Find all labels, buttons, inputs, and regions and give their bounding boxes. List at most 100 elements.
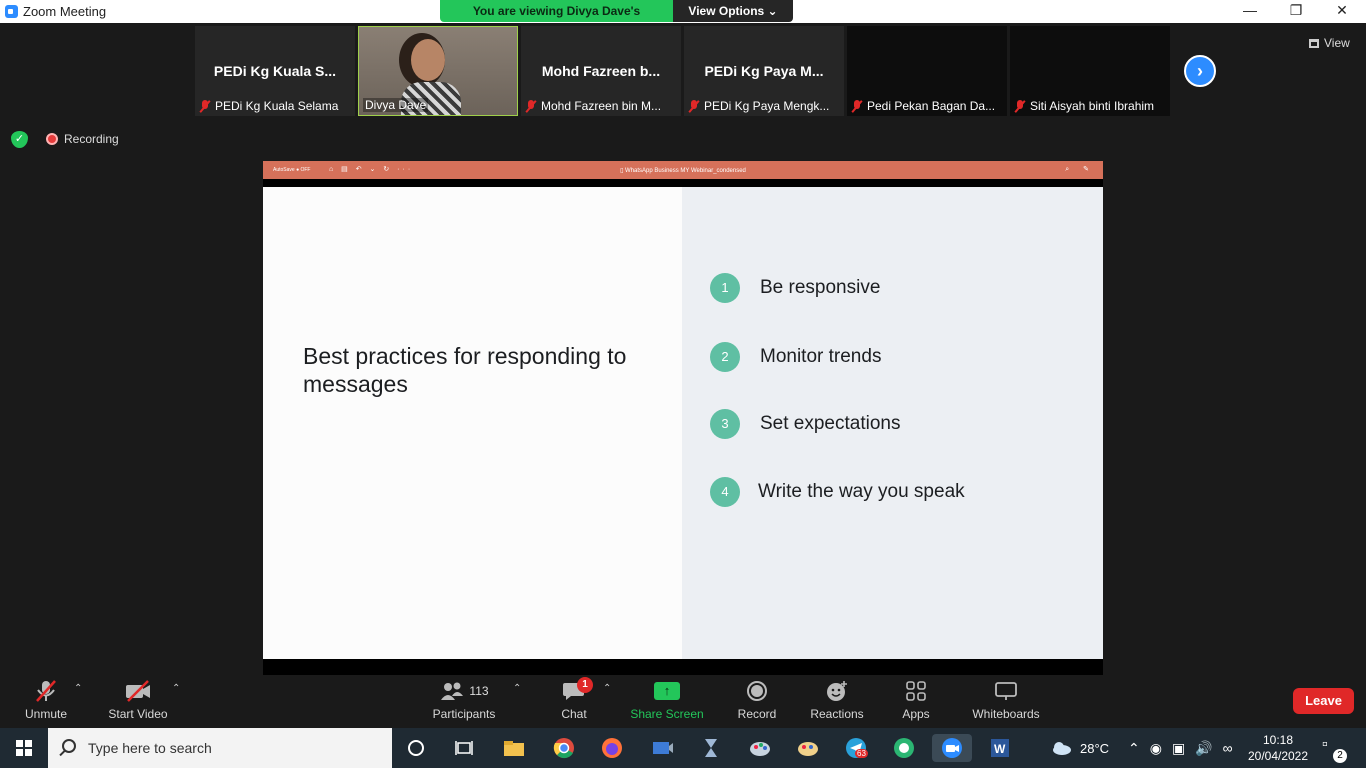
meeting-status-icon[interactable]: ▣	[1172, 740, 1185, 757]
recording-label: Recording	[64, 132, 119, 146]
participants-button[interactable]: 113 Participants	[431, 675, 497, 728]
encryption-shield-icon[interactable]: ✓	[11, 131, 28, 148]
next-page-arrow-icon[interactable]: ›	[1184, 55, 1216, 87]
participant-name-bar: PEDi Kg Paya Mengk...	[684, 96, 844, 116]
whiteboards-button[interactable]: Whiteboards	[969, 675, 1043, 728]
search-icon	[62, 739, 76, 753]
windows-logo-icon	[16, 740, 32, 756]
slide-bullet: 4 Write the way you speak	[710, 477, 965, 507]
word-icon[interactable]: W	[986, 734, 1014, 762]
system-tray-icons: ⌃ ◉ ▣ 🔊 ∞	[1128, 728, 1233, 768]
participants-label: Participants	[432, 707, 496, 721]
whiteboard-icon	[994, 675, 1018, 707]
participant-tile[interactable]: PEDi Kg Kuala S... PEDi Kg Kuala Selama	[195, 26, 355, 116]
windows-taskbar: Type here to search 63 W 28°C ⌃ ◉ ▣ 🔊 ∞ …	[0, 728, 1366, 768]
share-screen-button[interactable]: ↑ Share Screen	[630, 675, 704, 728]
video-editor-icon[interactable]	[648, 734, 676, 762]
participant-name-bar: PEDi Kg Kuala Selama	[195, 96, 355, 116]
participant-display-name: PEDi Kg Kuala S...	[213, 63, 337, 79]
grid-view-icon	[1309, 38, 1319, 48]
volume-icon[interactable]: 🔊	[1195, 740, 1212, 757]
participant-tile[interactable]: Mohd Fazreen b... Mohd Fazreen bin M...	[521, 26, 681, 116]
whiteboards-label: Whiteboards	[972, 707, 1040, 721]
start-video-button[interactable]: Start Video	[107, 675, 169, 728]
firefox-icon[interactable]	[598, 734, 626, 762]
record-status-icon[interactable]: ◉	[1150, 740, 1162, 757]
bullet-number: 3	[710, 409, 740, 439]
apps-icon	[905, 675, 927, 707]
recording-indicator[interactable]: Recording	[46, 132, 119, 146]
svg-text:W: W	[994, 742, 1006, 756]
wifi-icon[interactable]: ∞	[1223, 740, 1233, 756]
record-dot-icon	[46, 133, 58, 145]
bullet-number: 2	[710, 342, 740, 372]
chrome-profile-icon[interactable]	[890, 734, 918, 762]
view-button[interactable]: View	[1303, 33, 1359, 53]
weather-widget[interactable]: 28°C	[1050, 728, 1109, 768]
participant-tile[interactable]: Siti Aisyah binti Ibrahim	[1010, 26, 1170, 116]
paint-app-icon[interactable]	[746, 734, 774, 762]
window-title: Zoom Meeting	[23, 4, 107, 19]
unmute-button[interactable]: Unmute	[20, 675, 72, 728]
clock-date: 20/04/2022	[1247, 749, 1309, 763]
participant-display-name: PEDi Kg Paya M...	[704, 63, 824, 79]
reactions-button[interactable]: Reactions	[809, 675, 865, 728]
close-icon[interactable]: ✕	[1319, 0, 1365, 23]
meeting-toolbar: Unmute ⌃ Start Video ⌃ 113 Participants …	[0, 675, 1366, 728]
reactions-label: Reactions	[810, 707, 864, 721]
muted-mic-icon	[851, 99, 863, 113]
unmute-label: Unmute	[24, 707, 68, 721]
participant-name: Siti Aisyah binti Ibrahim	[1030, 99, 1155, 113]
cortana-icon[interactable]	[402, 734, 430, 762]
participant-name: PEDi Kg Paya Mengk...	[704, 99, 830, 113]
participants-caret-icon[interactable]: ⌃	[513, 683, 521, 694]
share-screen-icon: ↑	[654, 682, 680, 700]
video-options-caret-icon[interactable]: ⌃	[172, 683, 180, 694]
document-title: ▯ WhatsApp Business MY Webinar_condensed	[620, 168, 746, 174]
bullet-number: 4	[710, 477, 740, 507]
notification-count: 2	[1333, 749, 1347, 763]
powerpoint-title-bar: AutoSave ● OFF ⌂ ▤ ↶ ⌄ ↻ ··· ▯ WhatsApp …	[263, 161, 1103, 179]
bullet-number: 1	[710, 273, 740, 303]
zoom-taskbar-icon[interactable]	[932, 734, 972, 762]
leave-button[interactable]: Leave	[1293, 688, 1354, 714]
chat-caret-icon[interactable]: ⌃	[603, 683, 611, 694]
audio-options-caret-icon[interactable]: ⌃	[74, 683, 82, 694]
chat-unread-badge: 1	[577, 677, 593, 693]
restore-icon[interactable]: ❐	[1273, 0, 1319, 23]
minimize-icon[interactable]: —	[1227, 0, 1273, 23]
bullet-text: Be responsive	[760, 277, 881, 298]
participant-name-bar: Siti Aisyah binti Ibrahim	[1010, 96, 1170, 116]
view-options-button[interactable]: View Options ⌄	[673, 0, 793, 22]
title-bar: Zoom Meeting You are viewing Divya Dave'…	[0, 0, 1366, 23]
task-view-icon[interactable]	[450, 734, 478, 762]
show-hidden-icons-chevron-icon[interactable]: ⌃	[1128, 740, 1140, 757]
participant-name: PEDi Kg Kuala Selama	[215, 99, 339, 113]
participant-gallery: PEDi Kg Kuala S... PEDi Kg Kuala Selama …	[195, 26, 1170, 116]
zoom-logo-icon	[5, 5, 18, 18]
participant-tile[interactable]: PEDi Kg Paya M... PEDi Kg Paya Mengk...	[684, 26, 844, 116]
search-placeholder: Type here to search	[88, 740, 212, 756]
participant-name: Mohd Fazreen bin M...	[541, 99, 662, 113]
participant-tile[interactable]: Pedi Pekan Bagan Da...	[847, 26, 1007, 116]
shared-screen: AutoSave ● OFF ⌂ ▤ ↶ ⌄ ↻ ··· ▯ WhatsApp …	[263, 161, 1103, 675]
participant-name-bar: Pedi Pekan Bagan Da...	[847, 96, 1007, 116]
file-explorer-icon[interactable]	[500, 734, 528, 762]
apps-button[interactable]: Apps	[898, 675, 934, 728]
hourglass-icon[interactable]	[697, 734, 725, 762]
chrome-icon[interactable]	[550, 734, 578, 762]
paint-3d-icon[interactable]	[794, 734, 822, 762]
record-button[interactable]: Record	[736, 675, 778, 728]
taskbar-clock[interactable]: 10:18 20/04/2022	[1244, 732, 1312, 764]
muted-mic-icon	[525, 99, 537, 113]
participant-display-name: Mohd Fazreen b...	[541, 63, 661, 79]
weather-temperature: 28°C	[1080, 740, 1110, 756]
start-video-label: Start Video	[108, 707, 168, 721]
telegram-icon[interactable]: 63	[842, 734, 870, 762]
muted-mic-icon	[199, 99, 211, 113]
share-screen-label: Share Screen	[630, 707, 704, 721]
apps-label: Apps	[902, 707, 930, 721]
start-button[interactable]	[0, 728, 48, 768]
participant-tile-active-speaker[interactable]: Divya Dave	[358, 26, 518, 116]
taskbar-search-box[interactable]: Type here to search	[48, 728, 392, 768]
